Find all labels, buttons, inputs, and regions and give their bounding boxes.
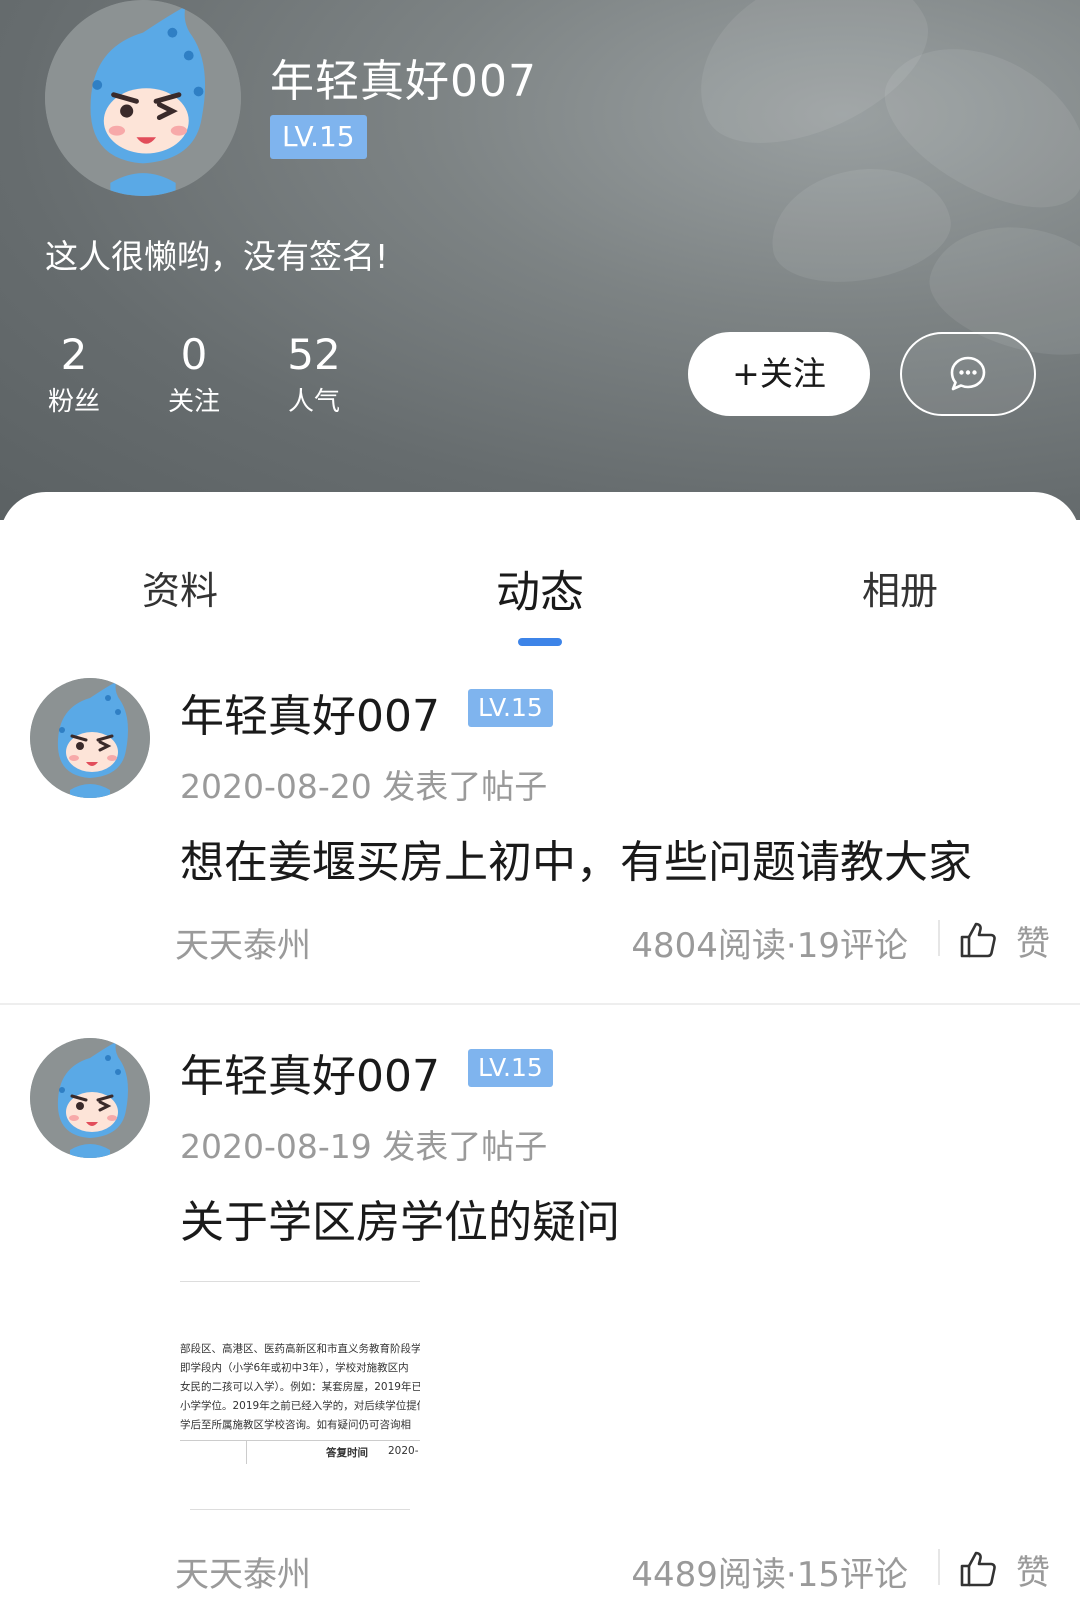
- thumbnail-text: 部段区、高港区、医药高新区和市直义务教育阶段学: [180, 1343, 420, 1355]
- follow-button[interactable]: +关注: [688, 332, 870, 416]
- stat-fans[interactable]: 2 粉丝: [24, 330, 124, 420]
- stat-popularity[interactable]: 52 人气: [264, 330, 364, 420]
- stat-label: 关注: [167, 387, 220, 417]
- profile-username: 年轻真好007: [270, 56, 537, 107]
- thumbnail-rule: [246, 1440, 247, 1464]
- divider: [938, 920, 940, 956]
- post-author-avatar[interactable]: [30, 1038, 150, 1158]
- post-author-name[interactable]: 年轻真好007: [180, 680, 440, 744]
- tab-profile-info[interactable]: 资料: [80, 560, 280, 615]
- mascot-avatar-icon: [45, 0, 241, 196]
- post-title[interactable]: 关于学区房学位的疑问: [180, 1186, 620, 1250]
- profile-bio: 这人很懒哟，没有签名!: [45, 237, 389, 276]
- post-separator: [0, 1003, 1080, 1005]
- stat-value: 52: [287, 330, 341, 379]
- post-source[interactable]: 天天泰州: [175, 1547, 311, 1596]
- background-leaf: [761, 155, 959, 295]
- post-meta: 2020-08-19 发表了帖子: [180, 1120, 547, 1168]
- post-meta: 2020-08-20 发表了帖子: [180, 760, 547, 808]
- thumbnail-text: 学后至所属施教区学校咨询。如有疑问仍可咨询相: [180, 1419, 411, 1431]
- level-badge: LV.15: [270, 115, 367, 159]
- stat-value: 2: [60, 330, 88, 379]
- tab-activity[interactable]: 动态: [440, 556, 640, 620]
- thumbs-up-icon: [960, 922, 996, 958]
- mascot-avatar-icon: [30, 1038, 150, 1158]
- post-stats: 4804阅读·19评论: [631, 926, 908, 966]
- thumbnail-rule: [180, 1281, 420, 1282]
- message-button[interactable]: [900, 332, 1036, 416]
- post-date: 2020-08-19: [180, 1127, 372, 1166]
- tab-album[interactable]: 相册: [800, 560, 1000, 615]
- thumbnail-text: 答复时间: [326, 1447, 368, 1459]
- divider: [938, 1549, 940, 1585]
- post-level-badge: LV.15: [468, 689, 553, 727]
- active-tab-indicator: [518, 638, 562, 646]
- mascot-avatar-icon: [30, 678, 150, 798]
- thumbnail-text: 女民的二孩可以入学）。例如：某套房屋，2019年已: [180, 1381, 420, 1393]
- stat-label: 粉丝: [47, 387, 100, 417]
- post-author-avatar[interactable]: [30, 678, 150, 798]
- post-source[interactable]: 天天泰州: [175, 918, 311, 967]
- avatar[interactable]: [45, 0, 241, 196]
- thumbnail-text: 2020-: [388, 1445, 419, 1457]
- post-author-name[interactable]: 年轻真好007: [180, 1040, 440, 1104]
- post-stats: 4489阅读·15评论: [631, 1555, 908, 1595]
- post-action: 发表了帖子: [382, 767, 548, 806]
- like-label: 赞: [1016, 924, 1050, 964]
- chat-bubble-icon: [950, 356, 986, 391]
- thumbnail-rule: [180, 1440, 420, 1441]
- stat-label: 人气: [287, 387, 340, 417]
- stat-following[interactable]: 0 关注: [144, 330, 244, 420]
- profile-header: 年轻真好007 LV.15 这人很懒哟，没有签名! 2 粉丝 0 关注 52 人…: [0, 0, 1080, 520]
- like-label: 赞: [1016, 1553, 1050, 1593]
- stat-value: 0: [180, 330, 208, 379]
- post-thumbnail[interactable]: 部段区、高港区、医药高新区和市直义务教育阶段学 即学段内（小学6年或初中3年），…: [180, 1275, 420, 1515]
- post-action: 发表了帖子: [382, 1127, 548, 1166]
- post-date: 2020-08-20: [180, 767, 372, 806]
- thumbnail-text: 即学段内（小学6年或初中3年），学校对施教区内: [180, 1362, 409, 1374]
- thumbnail-text: 小学学位。2019年之前已经入学的，对后续学位提供: [180, 1400, 420, 1412]
- thumbs-up-icon: [960, 1551, 996, 1587]
- post-title[interactable]: 想在姜堰买房上初中，有些问题请教大家: [180, 826, 972, 890]
- post-level-badge: LV.15: [468, 1049, 553, 1087]
- thumbnail-rule: [190, 1509, 410, 1510]
